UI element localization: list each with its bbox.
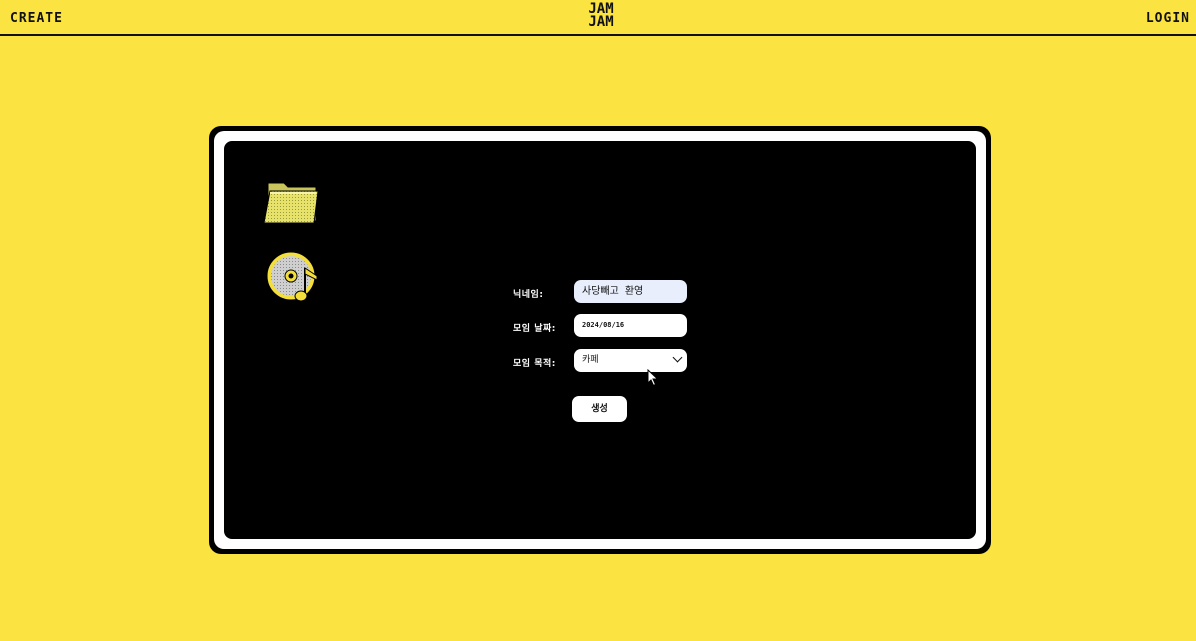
retro-window (224, 141, 976, 539)
nickname-input[interactable]: 사당빼고 환영 (574, 280, 687, 303)
meeting-purpose-value: 카페 (582, 355, 599, 365)
folder-icon[interactable] (262, 179, 320, 225)
create-nav-link[interactable]: CREATE (10, 11, 63, 26)
folder-icon-graphic (263, 182, 319, 224)
chevron-down-icon (672, 352, 683, 363)
create-submit-button[interactable]: 생성 (572, 396, 627, 422)
logo-line-2: JAM (588, 14, 614, 30)
music-cd-icon[interactable] (265, 246, 327, 308)
meeting-purpose-select[interactable]: 카페 (574, 349, 687, 372)
meeting-purpose-label: 모임 목적: (513, 359, 556, 369)
meeting-date-label: 모임 날짜: (513, 324, 556, 334)
mouse-pointer-icon (647, 369, 659, 387)
meeting-date-input[interactable]: 2024/08/16 (574, 314, 687, 337)
nickname-label: 닉네임: (513, 290, 544, 300)
top-nav-bar: CREATE JAM JAM LOGIN (0, 0, 1196, 36)
login-nav-link[interactable]: LOGIN (1146, 11, 1190, 26)
cd-icon-graphic (266, 251, 318, 302)
jamjam-logo[interactable]: JAM JAM (582, 2, 620, 30)
